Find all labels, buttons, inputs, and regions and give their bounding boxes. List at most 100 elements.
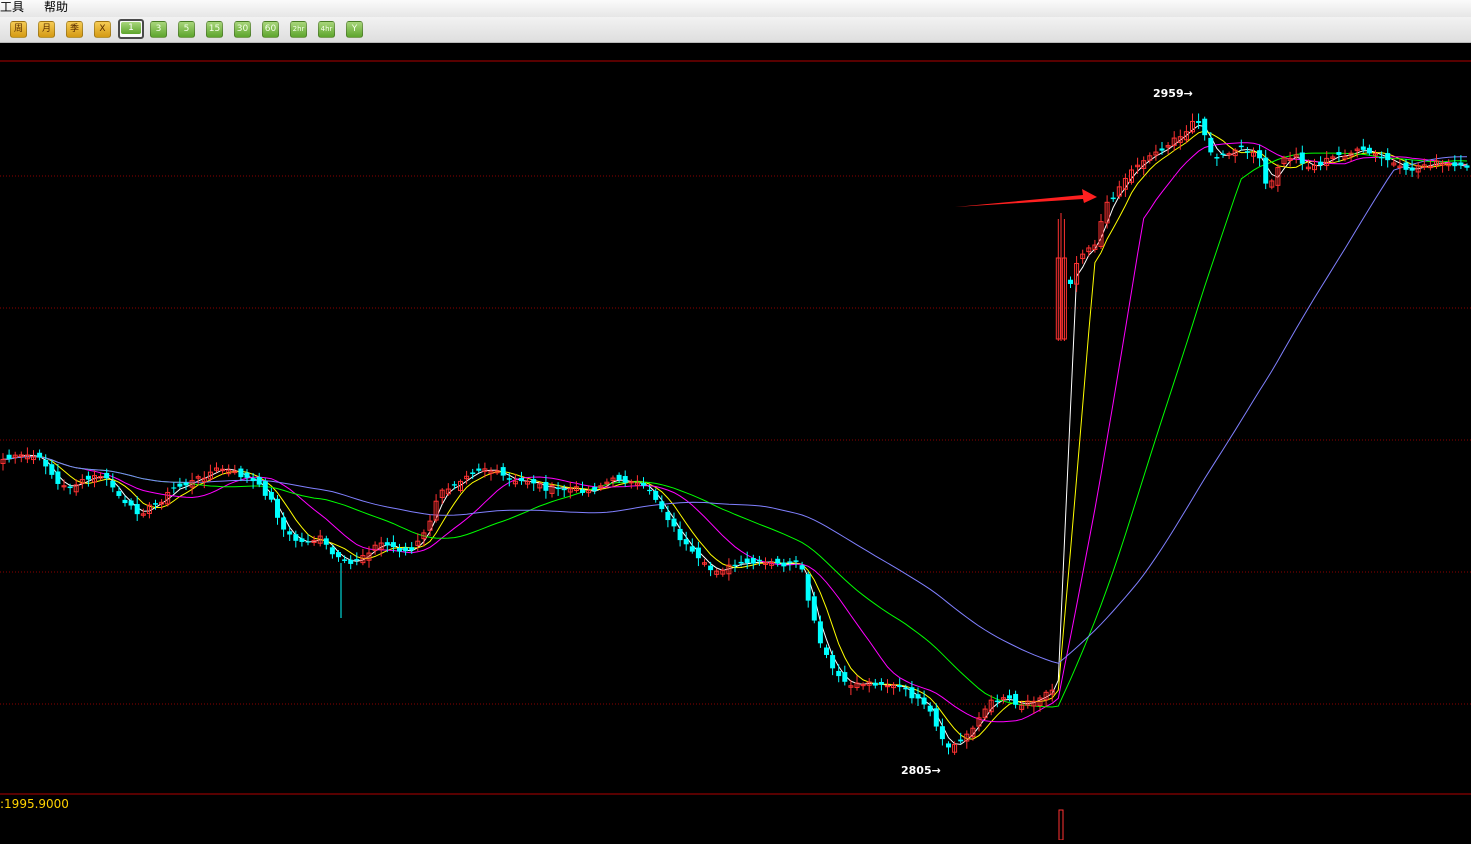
candle-body-down bbox=[122, 499, 128, 504]
chart-annotations: 2959→ 2805→ bbox=[901, 87, 1193, 777]
candle-body-down bbox=[927, 705, 933, 712]
candle-body-down bbox=[830, 655, 836, 669]
candle-body-down bbox=[921, 697, 927, 705]
candle-body-down bbox=[134, 504, 140, 515]
candle-body-down bbox=[1458, 162, 1464, 166]
candle-body-down bbox=[1318, 161, 1324, 166]
candle-body-down bbox=[1196, 121, 1202, 123]
moving-average-line-5 bbox=[2, 156, 1467, 664]
candle-body-down bbox=[665, 511, 671, 521]
candle-body-down bbox=[689, 546, 695, 552]
candle-body-down bbox=[85, 475, 91, 480]
period-3min-button[interactable]: 3 bbox=[150, 21, 167, 38]
candle-body-down bbox=[933, 708, 939, 727]
period-30min-button[interactable]: 30 bbox=[234, 21, 251, 38]
candle-body-down bbox=[67, 486, 73, 489]
kline-chart-area[interactable]: 2959→ 2805→ :1995.9000 bbox=[0, 43, 1471, 841]
candle-body-down bbox=[55, 471, 61, 484]
candle-body-down bbox=[275, 498, 280, 518]
candle-body-down bbox=[653, 490, 659, 500]
moving-average-line-2 bbox=[2, 130, 1468, 740]
period-toolbar: 周 月 季 X 1 3 5 15 30 60 2hr 4hr Y bbox=[0, 17, 1471, 43]
candle-body-down bbox=[1464, 165, 1470, 168]
candle-body-down bbox=[451, 484, 457, 486]
moving-average-line-4 bbox=[2, 152, 1468, 708]
period-x-button[interactable]: X bbox=[94, 21, 111, 38]
candle-body-down bbox=[1360, 146, 1366, 150]
candle-body-down bbox=[171, 487, 177, 489]
period-week-button[interactable]: 周 bbox=[10, 21, 27, 38]
kline-chart[interactable]: 2959→ 2805→ bbox=[0, 43, 1471, 841]
period-quarter-button[interactable]: 季 bbox=[66, 21, 83, 38]
candle-body-down bbox=[897, 685, 903, 688]
candle-body-down bbox=[824, 647, 829, 655]
candle-body-down bbox=[744, 558, 750, 563]
candle-body-down bbox=[793, 560, 799, 562]
candle-body-down bbox=[110, 480, 116, 488]
candle-body-down bbox=[592, 487, 598, 491]
low-price-label: 2805→ bbox=[901, 764, 941, 777]
candle-body-down bbox=[1385, 153, 1391, 161]
candle-body-down bbox=[1409, 167, 1415, 171]
candle-body-down bbox=[805, 574, 811, 601]
candle-body-down bbox=[1208, 137, 1214, 153]
period-1min-label: 1 bbox=[121, 22, 141, 34]
candle-body-down bbox=[128, 500, 134, 506]
candle-body-down bbox=[817, 621, 823, 644]
candle-body-down bbox=[43, 459, 49, 467]
candle-body-down bbox=[1257, 150, 1263, 159]
candle-body-down bbox=[342, 559, 348, 561]
period-15min-button[interactable]: 15 bbox=[206, 21, 223, 38]
red-arrow-icon bbox=[955, 189, 1097, 207]
candle-body-down bbox=[1013, 693, 1019, 705]
candle-body-down bbox=[811, 596, 817, 621]
volume-bar bbox=[1058, 809, 1064, 841]
candle-body-down bbox=[903, 687, 909, 690]
period-month-button[interactable]: 月 bbox=[38, 21, 55, 38]
candle-body-down bbox=[470, 472, 476, 474]
candle-body-down bbox=[299, 538, 305, 542]
candle-body-down bbox=[580, 489, 585, 493]
candle-body-down bbox=[872, 682, 878, 686]
period-y-button[interactable]: Y bbox=[346, 21, 363, 38]
menu-help[interactable]: 帮助 bbox=[44, 0, 68, 15]
candle-body-down bbox=[476, 468, 482, 471]
candlestick-series bbox=[0, 113, 1470, 841]
candle-body-down bbox=[641, 482, 646, 486]
candle-body-down bbox=[555, 487, 561, 490]
candle-body-down bbox=[287, 531, 293, 535]
candle-body-down bbox=[787, 561, 793, 563]
candle-body-down bbox=[6, 454, 12, 459]
candle-body-down bbox=[1244, 151, 1250, 153]
candle-body-down bbox=[256, 476, 262, 485]
candle-body-down bbox=[116, 491, 122, 496]
candle-body-down bbox=[268, 491, 274, 500]
candle-body-down bbox=[1379, 156, 1385, 159]
period-2hr-button[interactable]: 2hr bbox=[290, 21, 307, 38]
candle-body-down bbox=[49, 464, 55, 475]
high-price-label: 2959→ bbox=[1153, 87, 1193, 100]
candle-body-down bbox=[519, 477, 524, 482]
candle-body-down bbox=[238, 468, 244, 478]
candle-body-down bbox=[397, 548, 402, 552]
candle-body-down bbox=[1403, 162, 1409, 170]
candle-body-down bbox=[1452, 162, 1458, 167]
candle-body-down bbox=[732, 564, 738, 566]
period-4hr-button[interactable]: 4hr bbox=[318, 21, 335, 38]
candle-body-down bbox=[799, 565, 805, 570]
candle-body-down bbox=[677, 528, 683, 541]
candle-body-down bbox=[104, 472, 110, 479]
menu-tools[interactable]: 工具 bbox=[0, 0, 24, 15]
candle-body-down bbox=[561, 488, 567, 491]
candle-body-down bbox=[708, 565, 714, 571]
candle-body-down bbox=[750, 557, 756, 564]
period-1min-button[interactable]: 1 bbox=[118, 19, 144, 39]
candle-body-down bbox=[1007, 695, 1012, 699]
period-60min-button[interactable]: 60 bbox=[262, 21, 279, 38]
candle-body-down bbox=[878, 681, 884, 685]
candle-body-down bbox=[506, 478, 512, 480]
candle-body-down bbox=[323, 538, 329, 545]
candle-body-down bbox=[1202, 118, 1208, 136]
candle-body-down bbox=[683, 539, 689, 545]
period-5min-button[interactable]: 5 bbox=[178, 21, 195, 38]
